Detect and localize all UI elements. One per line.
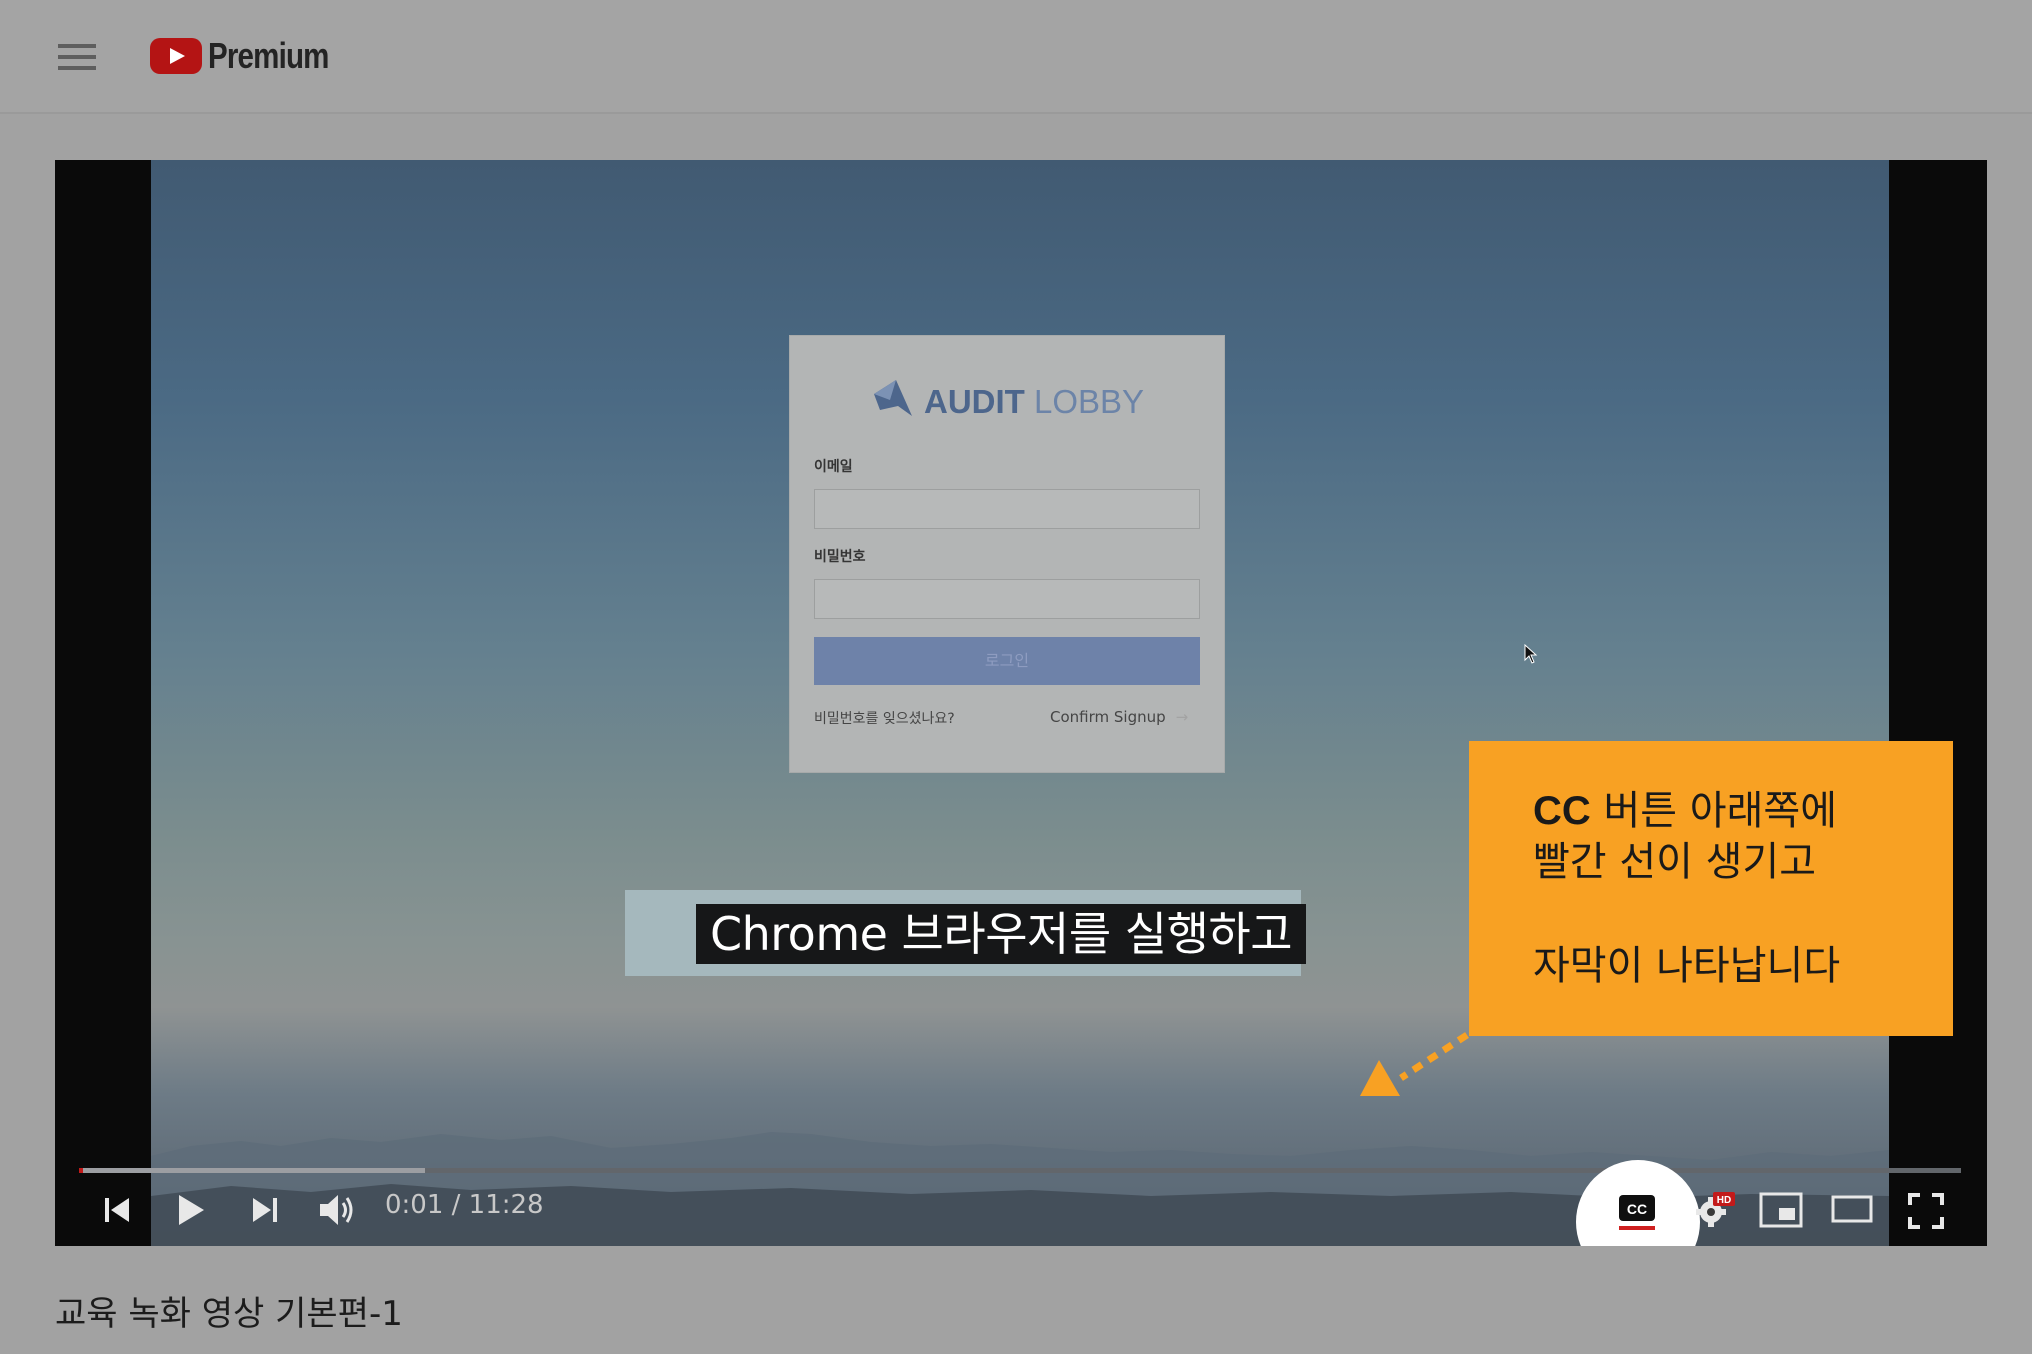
audit-lobby-logo-icon [874,380,912,416]
gear-icon: HD [1696,1192,1735,1227]
callout-line-2: 빨간 선이 생기고 [1533,839,1817,885]
youtube-premium-logo[interactable]: Premium [150,34,355,78]
video-player[interactable]: AUDIT LOBBY 이메일 비밀번호 로그인 비밀번호를 잊으셨나요? Co… [55,160,1987,1246]
confirm-signup-label: Confirm Signup [1050,708,1166,726]
youtube-play-logo-icon [150,38,202,74]
buffered-bar [79,1168,426,1173]
confirm-signup-link[interactable]: Confirm Signup → [1050,708,1188,726]
menu-icon[interactable] [58,44,96,70]
progress-bar[interactable] [79,1168,1961,1173]
fullscreen-icon[interactable] [1908,1193,1944,1229]
top-bar: Premium [0,0,2032,114]
cc-icon-label: CC [1627,1201,1647,1217]
forgot-password-link[interactable]: 비밀번호를 잊으셨나요? [814,708,955,728]
theater-mode-icon[interactable] [1831,1194,1873,1226]
annotation-callout: CC 버튼 아래쪽에 빨간 선이 생기고 자막이 나타납니다 [1469,741,1953,1036]
audit-lobby-logo: AUDIT LOBBY [868,380,1168,422]
mouse-cursor-icon [1524,644,1538,664]
email-field[interactable] [814,489,1200,529]
play-icon[interactable] [175,1192,207,1228]
login-button[interactable]: 로그인 [814,637,1200,685]
callout-line-1-rest: 버튼 아래쪽에 [1590,788,1838,834]
logo-bold-text: AUDIT [924,383,1025,420]
subtitles-button[interactable]: CC [1618,1193,1656,1231]
next-icon[interactable] [251,1195,279,1225]
played-bar [79,1168,83,1173]
miniplayer-icon[interactable] [1759,1192,1803,1228]
video-frame[interactable]: AUDIT LOBBY 이메일 비밀번호 로그인 비밀번호를 잊으셨나요? Co… [151,160,1889,1246]
callout-cc-text: CC [1533,789,1591,833]
cc-icon: CC [1619,1195,1655,1230]
password-field[interactable] [814,579,1200,619]
brand-name: Premium [208,35,329,76]
previous-icon[interactable] [103,1195,131,1225]
subtitle-caption: Chrome 브라우저를 실행하고 [696,904,1307,964]
video-title: 교육 녹화 영상 기본편-1 [55,1294,403,1334]
time-display: 0:01 / 11:28 [385,1190,544,1220]
callout-pointer [1360,1032,1469,1096]
arrow-right-icon: → [1175,708,1189,726]
email-label: 이메일 [814,459,853,475]
logo-light-text: LOBBY [1034,383,1145,420]
callout-line-3: 자막이 나타납니다 [1533,943,1841,989]
volume-icon[interactable] [317,1190,357,1230]
password-label: 비밀번호 [814,549,866,565]
callout-line-1: CC 버튼 아래쪽에 [1533,786,1837,836]
login-card: AUDIT LOBBY 이메일 비밀번호 로그인 비밀번호를 잊으셨나요? Co… [789,335,1225,773]
settings-button[interactable]: HD [1693,1190,1735,1230]
hd-badge: HD [1717,1195,1731,1206]
